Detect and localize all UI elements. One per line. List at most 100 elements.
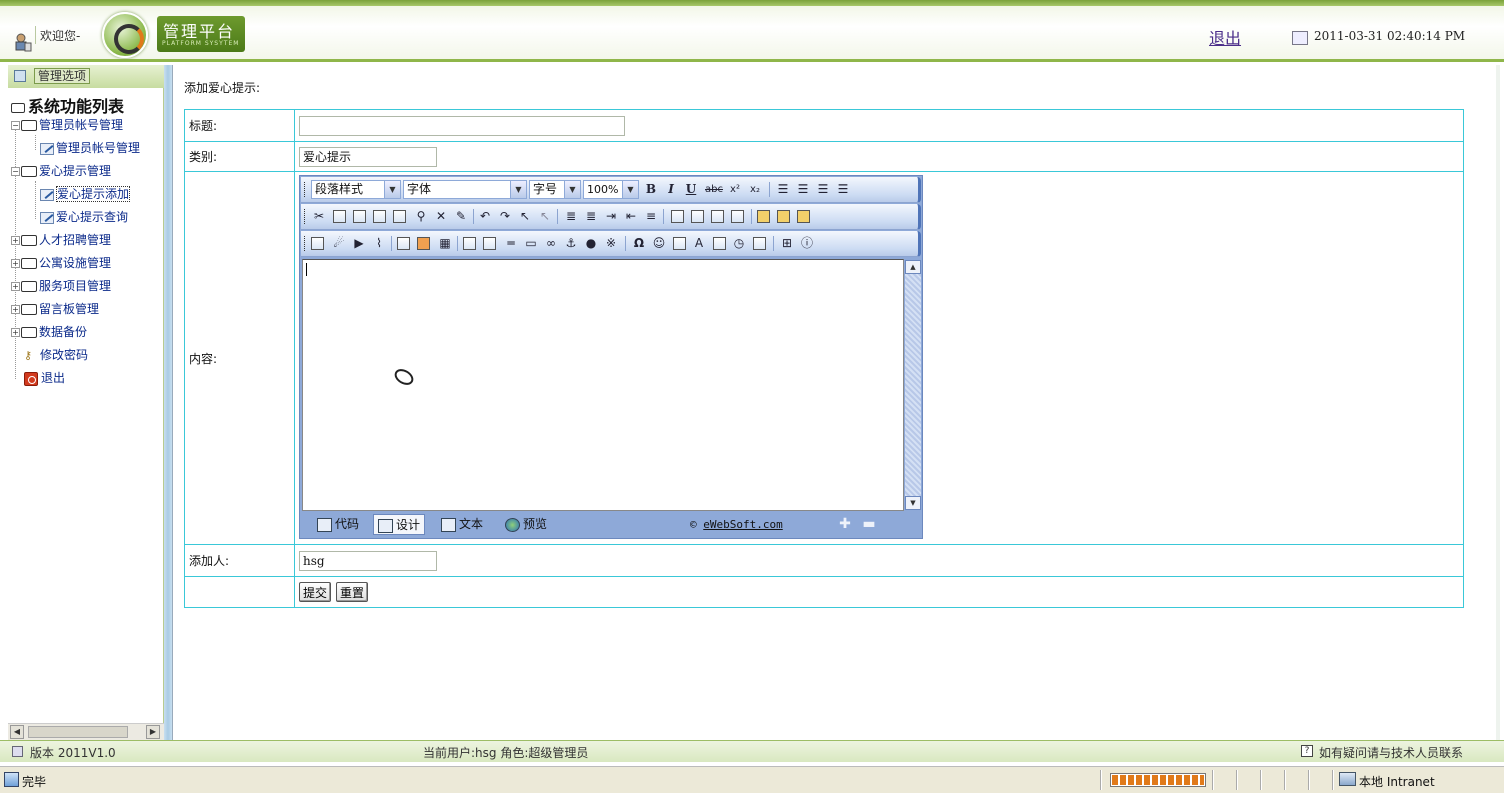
title-input[interactable] — [299, 115, 625, 136]
sidebar-item-admin-account-folder[interactable]: − 管理员帐号管理 — [11, 116, 123, 134]
excel-icon[interactable] — [673, 237, 686, 250]
scroll-left-button[interactable]: ◀ — [10, 725, 24, 739]
italic-button[interactable]: I — [663, 181, 679, 198]
import-icon[interactable] — [753, 237, 766, 250]
sidebar-item-admin-account[interactable]: 管理员帐号管理 — [40, 139, 140, 157]
paste-icon[interactable] — [353, 210, 366, 223]
time-icon[interactable]: ◷ — [731, 235, 747, 252]
scroll-right-button[interactable]: ▶ — [146, 725, 160, 739]
indent-icon[interactable]: ⇥ — [603, 208, 619, 225]
strikethrough-button[interactable]: abc — [703, 181, 725, 198]
note-icon[interactable] — [757, 210, 770, 223]
font-format-icon[interactable] — [711, 210, 724, 223]
subscript-button[interactable]: x₂ — [747, 181, 763, 198]
date-icon[interactable] — [713, 237, 726, 250]
redo-icon[interactable]: ↷ — [497, 208, 513, 225]
reset-button[interactable]: 重置 — [336, 582, 369, 602]
table-icon[interactable] — [397, 237, 410, 250]
align-justify-icon[interactable]: ☰ — [835, 181, 851, 198]
ewebsoft-link[interactable]: eWebSoft.com — [703, 518, 782, 531]
unordered-list-icon[interactable]: ≣ — [583, 208, 599, 225]
special-char-icon[interactable]: Ω — [631, 235, 647, 252]
scroll-down-button[interactable]: ▼ — [905, 496, 921, 510]
paragraph-icon[interactable]: ≡ — [643, 208, 659, 225]
text-color-icon[interactable] — [671, 210, 684, 223]
superscript-button[interactable]: x² — [727, 181, 743, 198]
paste-word-icon[interactable] — [393, 210, 406, 223]
iframe-icon[interactable] — [483, 237, 496, 250]
tree-root[interactable]: 系统功能列表 — [11, 93, 124, 117]
paragraph-style-select[interactable]: 段落样式 ▼ — [311, 180, 401, 199]
sidebar-item-change-password[interactable]: ⚷ 修改密码 — [24, 346, 88, 364]
copy-icon[interactable] — [333, 210, 346, 223]
sidebar-item-message-board[interactable]: + 留言板管理 — [11, 300, 99, 318]
sidebar-header-label[interactable]: 管理选项 — [34, 68, 91, 84]
frame-icon[interactable] — [463, 237, 476, 250]
align-right-icon[interactable]: ☰ — [815, 181, 831, 198]
category-input[interactable] — [299, 146, 437, 167]
sidebar-item-love-tips-query[interactable]: 爱心提示查询 — [40, 208, 128, 226]
bold-button[interactable]: B — [643, 181, 659, 198]
art-text-icon[interactable]: A — [691, 235, 707, 252]
unselect-icon[interactable]: ↖ — [537, 208, 553, 225]
align-left-icon[interactable]: ☰ — [775, 181, 791, 198]
style-icon[interactable] — [731, 210, 744, 223]
image-icon[interactable] — [311, 237, 324, 250]
paste-text-icon[interactable] — [373, 210, 386, 223]
fullscreen-icon[interactable]: ⊞ — [779, 235, 795, 252]
zoom-out-icon[interactable]: ▬ — [861, 517, 877, 531]
expand-icon[interactable]: + — [11, 259, 20, 268]
collapse-icon[interactable]: − — [11, 121, 20, 130]
font-select[interactable]: 字体 ▼ — [403, 180, 527, 199]
submit-button[interactable]: 提交 — [299, 582, 332, 602]
font-size-select[interactable]: 字号 ▼ — [529, 180, 581, 199]
flash-icon[interactable]: ☄ — [331, 235, 347, 252]
format-clear-icon[interactable]: ✎ — [453, 208, 469, 225]
link-icon[interactable]: ∞ — [543, 235, 559, 252]
scroll-thumb[interactable] — [28, 726, 128, 738]
expand-icon[interactable]: + — [11, 305, 20, 314]
expand-icon[interactable]: + — [11, 236, 20, 245]
sidebar-item-logout[interactable]: 退出 — [24, 369, 65, 387]
expand-icon[interactable]: + — [11, 328, 20, 337]
sidebar-item-love-tips-folder[interactable]: − 爱心提示管理 — [11, 162, 111, 180]
undo-icon[interactable]: ↶ — [477, 208, 493, 225]
map-icon[interactable]: ● — [583, 235, 599, 252]
sidebar-item-recruitment[interactable]: + 人才招聘管理 — [11, 231, 111, 249]
zoom-in-icon[interactable]: ✚ — [837, 517, 853, 531]
sidebar-item-apartment[interactable]: + 公寓设施管理 — [11, 254, 111, 272]
find-icon[interactable]: ⚲ — [413, 208, 429, 225]
editor-content-area[interactable] — [302, 259, 904, 511]
adder-input[interactable] — [299, 550, 437, 571]
mode-tab-preview[interactable]: 预览 — [501, 514, 551, 535]
mode-tab-text[interactable]: 文本 — [437, 514, 487, 535]
logout-link[interactable]: 退出 — [1209, 25, 1241, 49]
sidebar-item-love-tips-add[interactable]: 爱心提示添加 — [40, 185, 131, 203]
unlink-icon[interactable]: ※ — [603, 235, 619, 252]
scroll-up-button[interactable]: ▲ — [905, 260, 921, 274]
delete-icon[interactable]: ✕ — [433, 208, 449, 225]
cut-icon[interactable]: ✂ — [311, 208, 327, 225]
grid-icon[interactable]: ▦ — [437, 235, 453, 252]
mode-tab-code[interactable]: 代码 — [313, 514, 363, 535]
collapse-icon[interactable]: − — [11, 167, 20, 176]
table-props-icon[interactable] — [417, 237, 430, 250]
ordered-list-icon[interactable]: ≣ — [563, 208, 579, 225]
editor-vscrollbar[interactable]: ▲ ▼ — [904, 259, 922, 511]
underline-button[interactable]: U — [683, 181, 699, 198]
attachment-icon[interactable]: ⌇ — [371, 235, 387, 252]
emoticon-icon[interactable]: ☺ — [651, 235, 667, 252]
highlight-icon[interactable] — [691, 210, 704, 223]
anchor-icon[interactable]: ⚓ — [563, 235, 579, 252]
sidebar-item-backup[interactable]: + 数据备份 — [11, 323, 87, 341]
marquee-icon[interactable]: ▭ — [523, 235, 539, 252]
layer-icon[interactable] — [777, 210, 790, 223]
select-all-icon[interactable]: ↖ — [517, 208, 533, 225]
sidebar-item-services[interactable]: + 服务项目管理 — [11, 277, 111, 295]
sidebar-hscrollbar[interactable]: ◀ ▶ — [8, 723, 164, 740]
frame-splitter[interactable] — [164, 65, 173, 740]
hr-icon[interactable]: ═ — [503, 235, 519, 252]
zoom-select[interactable]: 100% ▼ — [583, 180, 639, 199]
media-icon[interactable]: ▶ — [351, 235, 367, 252]
expand-icon[interactable]: + — [11, 282, 20, 291]
